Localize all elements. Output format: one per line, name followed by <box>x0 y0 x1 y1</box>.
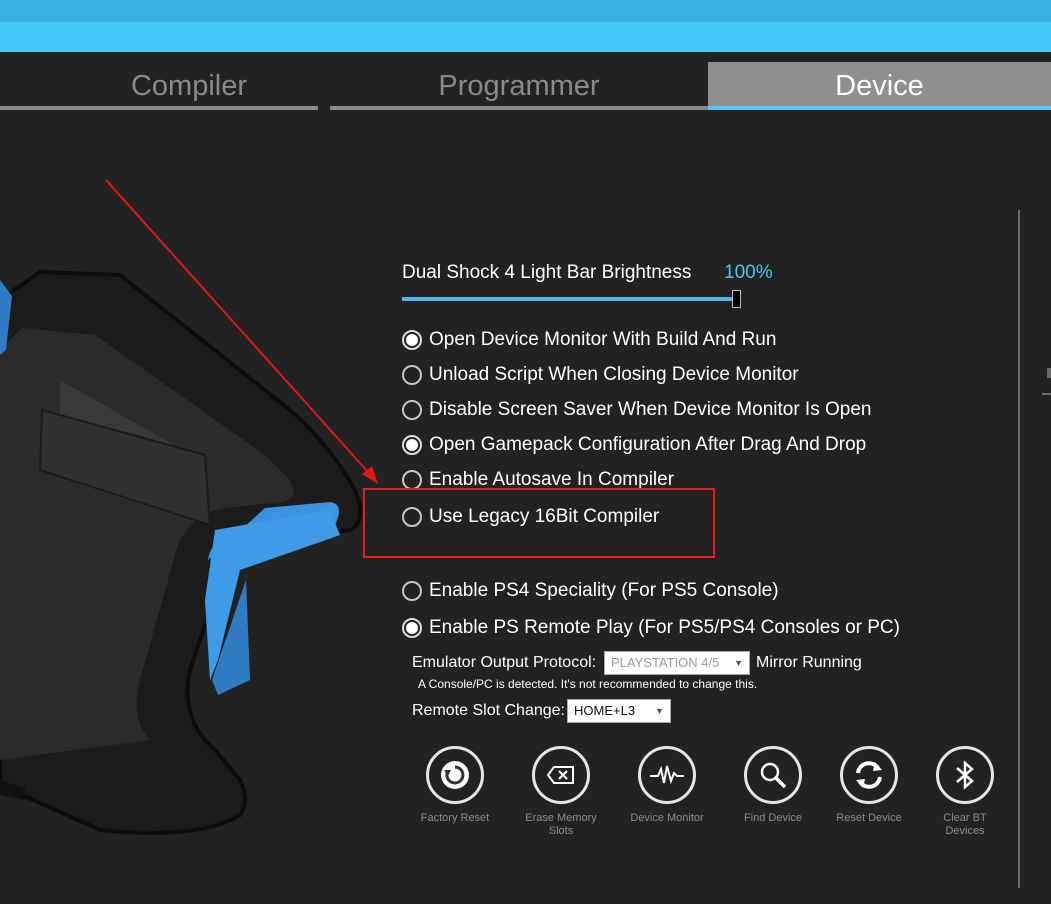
slot-select[interactable]: HOME+L3 ▼ <box>567 699 671 723</box>
brightness-value: 100% <box>724 262 773 283</box>
reset-device-button[interactable]: Reset Device <box>828 746 910 825</box>
option-label: Unload Script When Closing Device Monito… <box>429 364 799 385</box>
right-panel-marker-2 <box>1047 368 1051 378</box>
device-illustration <box>0 269 363 835</box>
option-open-device-monitor[interactable]: Open Device Monitor With Build And Run <box>402 327 776 353</box>
magnifier-icon <box>744 746 802 804</box>
option-label: Enable PS Remote Play (For PS5/PS4 Conso… <box>429 617 900 638</box>
erase-memory-button[interactable]: Erase Memory Slots <box>520 746 602 838</box>
tab-device[interactable]: Device <box>708 62 1051 110</box>
pulse-icon <box>638 746 696 804</box>
protocol-select[interactable]: PLAYSTATION 4/5 ▼ <box>604 651 750 675</box>
radio-open-gamepack-config[interactable] <box>402 435 422 455</box>
protocol-label: Emulator Output Protocol: <box>412 654 597 671</box>
clear-bt-devices-label: Clear BT Devices <box>943 812 987 837</box>
option-ps-remote-play[interactable]: Enable PS Remote Play (For PS5/PS4 Conso… <box>402 615 900 641</box>
device-monitor-label: Device Monitor <box>630 812 704 824</box>
chevron-down-icon: ▼ <box>734 658 743 668</box>
factory-reset-label: Factory Reset <box>420 812 490 824</box>
erase-memory-icon <box>532 746 590 804</box>
protocol-status: Mirror Running <box>756 654 862 671</box>
factory-reset-icon <box>426 746 484 804</box>
tab-bar: Compiler Programmer Device <box>0 62 1051 110</box>
option-label: Open Device Monitor With Build And Run <box>429 329 777 350</box>
radio-ps4-speciality[interactable] <box>402 581 422 601</box>
tab-divider <box>318 62 330 110</box>
chevron-down-icon: ▼ <box>655 706 664 716</box>
radio-unload-script[interactable] <box>402 365 422 385</box>
option-ps4-speciality[interactable]: Enable PS4 Speciality (For PS5 Console) <box>402 578 779 604</box>
reset-device-label: Reset Device <box>836 812 902 824</box>
right-panel-divider <box>1018 210 1020 888</box>
radio-open-device-monitor[interactable] <box>402 330 422 350</box>
find-device-label: Find Device <box>743 812 803 824</box>
option-label: Open Gamepack Configuration After Drag A… <box>429 434 867 455</box>
radio-ps-remote-play[interactable] <box>402 618 422 638</box>
brightness-slider-thumb[interactable] <box>732 290 741 308</box>
tab-programmer[interactable]: Programmer <box>330 62 708 110</box>
option-unload-script[interactable]: Unload Script When Closing Device Monito… <box>402 362 799 388</box>
refresh-icon <box>840 746 898 804</box>
erase-memory-label: Erase Memory Slots <box>525 812 597 837</box>
slot-select-value: HOME+L3 <box>574 703 636 718</box>
option-label: Enable PS4 Speciality (For PS5 Console) <box>429 580 779 601</box>
radio-disable-screen-saver[interactable] <box>402 400 422 420</box>
find-device-button[interactable]: Find Device <box>732 746 814 825</box>
protocol-note: A Console/PC is detected. It's not recom… <box>418 677 758 691</box>
option-open-gamepack-config[interactable]: Open Gamepack Configuration After Drag A… <box>402 432 866 458</box>
right-panel-marker <box>1042 393 1051 395</box>
option-disable-screen-saver[interactable]: Disable Screen Saver When Device Monitor… <box>402 397 871 423</box>
highlight-box <box>363 488 715 558</box>
radio-enable-autosave[interactable] <box>402 470 422 490</box>
brightness-label: Dual Shock 4 Light Bar Brightness <box>402 262 692 283</box>
bluetooth-icon <box>936 746 994 804</box>
device-monitor-button[interactable]: Device Monitor <box>626 746 708 825</box>
factory-reset-button[interactable]: Factory Reset <box>414 746 496 825</box>
option-label: Disable Screen Saver When Device Monitor… <box>429 399 872 420</box>
brightness-slider-track[interactable] <box>402 297 735 301</box>
clear-bt-devices-button[interactable]: Clear BT Devices <box>924 746 1006 838</box>
title-bar <box>0 0 1051 22</box>
header-bar <box>0 22 1051 52</box>
slot-label: Remote Slot Change: <box>412 702 565 719</box>
protocol-select-value: PLAYSTATION 4/5 <box>611 655 720 670</box>
